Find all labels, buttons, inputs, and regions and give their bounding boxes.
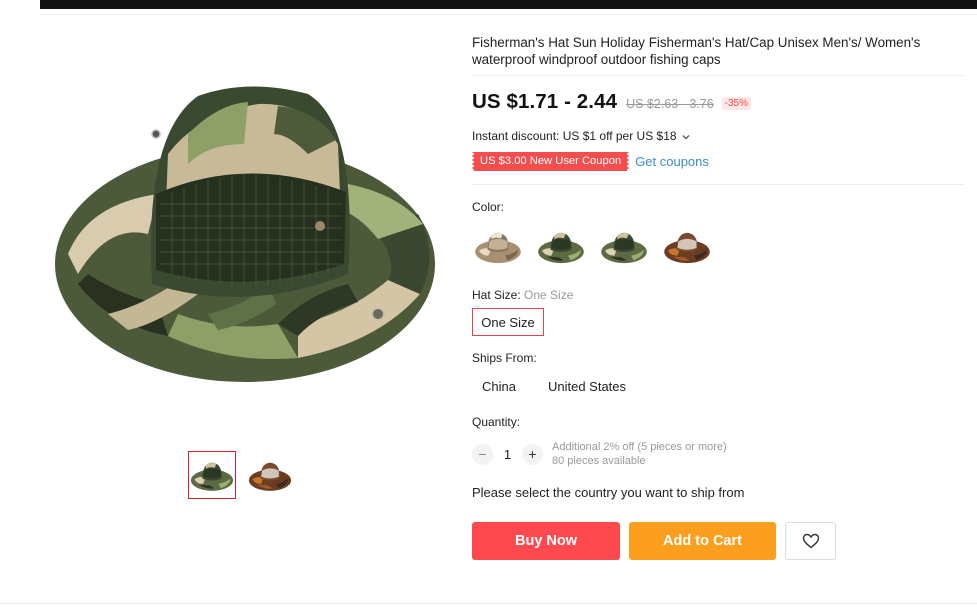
new-user-coupon-badge: US $3.00 New User Coupon xyxy=(470,152,631,171)
color-option-green-camo-1[interactable] xyxy=(535,222,586,269)
heart-icon xyxy=(802,533,819,549)
original-price: US $2.63 - 3.76 xyxy=(626,97,714,111)
discount-badge: -35% xyxy=(721,97,752,110)
instant-discount-text: Instant discount: US $1 off per US $18 xyxy=(472,129,677,143)
main-product-image[interactable] xyxy=(48,74,443,404)
ships-from-united-states[interactable]: United States xyxy=(538,376,636,397)
title-divider xyxy=(472,75,964,76)
stock-available-text: 80 pieces available xyxy=(552,455,646,467)
quantity-info: Additional 2% off (5 pieces or more) 80 … xyxy=(552,440,727,468)
quantity-value[interactable]: 1 xyxy=(493,447,522,462)
quantity-label: Quantity: xyxy=(472,415,521,429)
quantity-decrease-button[interactable]: − xyxy=(472,443,493,465)
thumbnail-brown-camo[interactable] xyxy=(246,451,294,499)
buy-now-button[interactable]: Buy Now xyxy=(472,522,620,560)
quantity-stepper: − 1 + Additional 2% off (5 pieces or mor… xyxy=(472,440,727,468)
ships-from-china[interactable]: China xyxy=(472,376,526,397)
footer-divider xyxy=(0,603,977,604)
bulk-discount-text: Additional 2% off (5 pieces or more) xyxy=(552,441,727,453)
ships-from-label: Ships From: xyxy=(472,351,537,365)
color-option-brown-camo[interactable] xyxy=(661,222,712,269)
ship-country-note: Please select the country you want to sh… xyxy=(472,485,745,500)
color-swatches xyxy=(472,222,712,269)
color-option-green-camo-2[interactable] xyxy=(598,222,649,269)
hat-size-label-text: Hat Size: xyxy=(472,288,521,302)
thumbnail-green-camo[interactable] xyxy=(188,451,236,499)
add-to-cart-button[interactable]: Add to Cart xyxy=(629,522,776,560)
header-divider xyxy=(40,14,977,15)
color-label: Color: xyxy=(472,200,505,214)
promo-divider xyxy=(472,184,964,185)
quantity-increase-button[interactable]: + xyxy=(522,443,543,465)
get-coupons-link[interactable]: Get coupons xyxy=(635,154,709,169)
wishlist-button[interactable] xyxy=(785,522,836,560)
ships-from-options: China United States xyxy=(472,376,636,397)
product-info-header: Fisherman's Hat Sun Holiday Fisherman's … xyxy=(472,34,964,76)
hat-size-label: Hat Size: One Size xyxy=(472,288,573,302)
chevron-down-icon xyxy=(682,134,690,140)
thumbnail-strip xyxy=(188,451,294,499)
top-bar xyxy=(40,0,977,9)
instant-discount[interactable]: Instant discount: US $1 off per US $18 xyxy=(472,129,690,143)
color-option-tan-camo[interactable] xyxy=(472,222,523,269)
price-row: US $1.71 - 2.44 US $2.63 - 3.76 -35% xyxy=(472,90,752,114)
coupon-row: US $3.00 New User Coupon Get coupons xyxy=(470,152,709,171)
product-title: Fisherman's Hat Sun Holiday Fisherman's … xyxy=(472,35,921,67)
hat-size-selected-value: One Size xyxy=(524,288,574,302)
current-price: US $1.71 - 2.44 xyxy=(472,90,618,113)
size-option-one-size[interactable]: One Size xyxy=(472,308,544,336)
